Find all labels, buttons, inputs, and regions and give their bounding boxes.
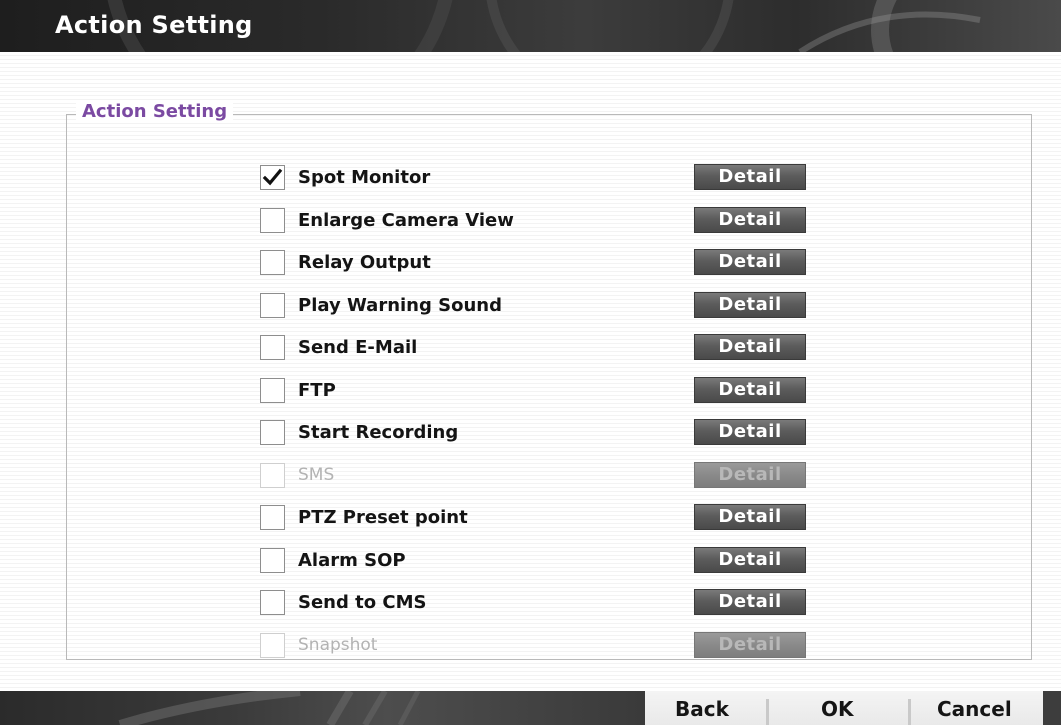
detail-button-enlarge-camera-view[interactable]: Detail (694, 207, 806, 233)
detail-button-sms: Detail (694, 462, 806, 488)
action-row-sms: SMS Detail (260, 462, 820, 492)
checkbox-snapshot (260, 633, 285, 658)
detail-button-snapshot: Detail (694, 632, 806, 658)
detail-button-start-recording[interactable]: Detail (694, 419, 806, 445)
content-area: Action Setting Spot Monitor Detail Enlarge… (0, 52, 1061, 691)
action-label: PTZ Preset point (298, 507, 468, 528)
action-label: Spot Monitor (298, 167, 431, 188)
action-row-send-to-cms: Send to CMS Detail (260, 589, 820, 619)
detail-button-send-e-mail[interactable]: Detail (694, 334, 806, 360)
action-label: SMS (298, 465, 335, 485)
checkbox-sms (260, 463, 285, 488)
action-row-snapshot: Snapshot Detail (260, 632, 820, 662)
detail-button-ftp[interactable]: Detail (694, 377, 806, 403)
action-row-send-e-mail: Send E-Mail Detail (260, 334, 820, 364)
action-row-ptz-preset-point: PTZ Preset point Detail (260, 504, 820, 534)
action-row-ftp: FTP Detail (260, 377, 820, 407)
action-row-start-recording: Start Recording Detail (260, 419, 820, 449)
separator (908, 699, 911, 725)
checkbox-alarm-sop[interactable] (260, 548, 285, 573)
bottom-bar: Back OK Cancel (0, 691, 1061, 725)
detail-button-play-warning-sound[interactable]: Detail (694, 292, 806, 318)
checkbox-spot-monitor[interactable] (260, 165, 285, 190)
action-label: Enlarge Camera View (298, 210, 514, 231)
detail-button-relay-output[interactable]: Detail (694, 249, 806, 275)
action-label: Start Recording (298, 422, 459, 443)
detail-button-ptz-preset-point[interactable]: Detail (694, 504, 806, 530)
checkbox-ptz-preset-point[interactable] (260, 505, 285, 530)
bottom-bar-buttons: Back OK Cancel (645, 691, 1043, 725)
title-bar: Action Setting (0, 0, 1061, 52)
action-row-play-warning-sound: Play Warning Sound Detail (260, 292, 820, 322)
action-label: Relay Output (298, 252, 431, 273)
detail-button-spot-monitor[interactable]: Detail (694, 164, 806, 190)
action-row-spot-monitor: Spot Monitor Detail (260, 164, 820, 194)
window-title: Action Setting (55, 11, 253, 39)
action-row-enlarge-camera-view: Enlarge Camera View Detail (260, 207, 820, 237)
action-label: Send E-Mail (298, 337, 418, 358)
group-title: Action Setting (76, 101, 234, 122)
action-label: Snapshot (298, 635, 378, 655)
checkbox-start-recording[interactable] (260, 420, 285, 445)
action-row-relay-output: Relay Output Detail (260, 249, 820, 279)
checkbox-send-e-mail[interactable] (260, 335, 285, 360)
bottom-bar-background (118, 691, 421, 725)
action-label: Alarm SOP (298, 550, 406, 571)
action-label: Play Warning Sound (298, 295, 502, 316)
checkbox-play-warning-sound[interactable] (260, 293, 285, 318)
check-icon (262, 168, 283, 186)
detail-button-send-to-cms[interactable]: Detail (694, 589, 806, 615)
cancel-button[interactable]: Cancel (937, 697, 1012, 721)
checkbox-send-to-cms[interactable] (260, 590, 285, 615)
action-label: FTP (298, 380, 336, 401)
separator (766, 699, 769, 725)
ok-button[interactable]: OK (821, 697, 854, 721)
action-row-alarm-sop: Alarm SOP Detail (260, 547, 820, 577)
checkbox-ftp[interactable] (260, 378, 285, 403)
detail-button-alarm-sop[interactable]: Detail (694, 547, 806, 573)
bottom-bar-edge (1043, 691, 1061, 725)
checkbox-relay-output[interactable] (260, 250, 285, 275)
bottom-bar-decoration (0, 691, 645, 725)
action-label: Send to CMS (298, 592, 427, 613)
checkbox-enlarge-camera-view[interactable] (260, 208, 285, 233)
back-button[interactable]: Back (675, 697, 729, 721)
